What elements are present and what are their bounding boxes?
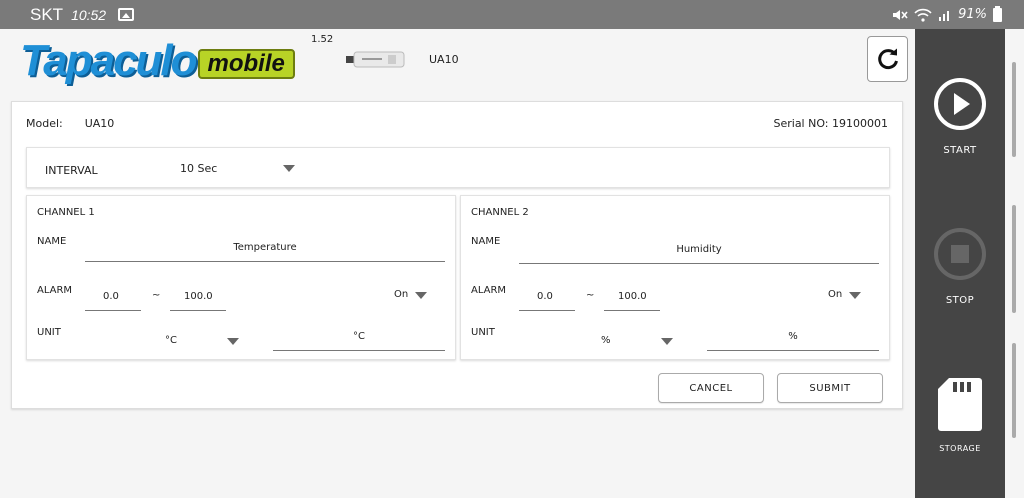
channel-title: CHANNEL 1 xyxy=(37,207,95,218)
channel-1-card: CHANNEL 1 NAME Temperature ALARM 0.0 ~ 1… xyxy=(26,195,456,360)
wifi-icon xyxy=(914,8,932,22)
chevron-down-icon[interactable] xyxy=(849,292,861,299)
storage-button[interactable]: STORAGE xyxy=(915,376,1005,453)
unit-input[interactable]: % xyxy=(707,331,879,351)
battery-percent: 91% xyxy=(958,7,987,22)
logo-badge-text: mobile xyxy=(197,49,295,79)
channel-title: CHANNEL 2 xyxy=(471,207,529,218)
app-version: 1.52 xyxy=(311,34,334,45)
battery-icon xyxy=(993,5,1002,22)
play-icon xyxy=(934,78,986,130)
channel-2-card: CHANNEL 2 NAME Humidity ALARM 0.0 ~ 100.… xyxy=(460,195,890,360)
start-button[interactable]: START xyxy=(915,77,1005,156)
chevron-down-icon[interactable] xyxy=(283,165,295,172)
scrollbar-thumb[interactable] xyxy=(1012,205,1016,313)
status-bar: SKT 10:52 91% xyxy=(0,0,1024,29)
unit-input[interactable]: °C xyxy=(273,331,445,351)
stop-icon xyxy=(934,228,986,280)
settings-panel: Model: UA10 Serial NO: 19100001 INTERVAL… xyxy=(11,101,903,409)
alarm-min-input[interactable]: 0.0 xyxy=(519,291,575,311)
device-model-label: UA10 xyxy=(429,53,459,66)
scrollbar-thumb[interactable] xyxy=(1012,343,1016,438)
carrier-label: SKT xyxy=(30,4,64,24)
refresh-button[interactable] xyxy=(867,36,908,82)
model-value: UA10 xyxy=(84,117,115,130)
name-label: NAME xyxy=(471,236,501,247)
interval-select[interactable]: 10 Sec xyxy=(180,162,217,175)
unit-select[interactable]: % xyxy=(601,335,611,346)
storage-label: STORAGE xyxy=(939,444,981,453)
alarm-label: ALARM xyxy=(471,285,507,296)
mute-icon xyxy=(893,9,908,20)
chevron-down-icon[interactable] xyxy=(661,338,673,345)
model-label: Model: xyxy=(26,117,63,130)
scrollbar-thumb[interactable] xyxy=(1012,62,1016,157)
gallery-notification-icon xyxy=(118,8,135,21)
alarm-min-input[interactable]: 0.0 xyxy=(85,291,141,311)
unit-select[interactable]: °C xyxy=(165,335,177,346)
alarm-range-separator: ~ xyxy=(586,290,595,301)
app-header: Tapaculo mobile 1.52 UA10 xyxy=(0,29,915,93)
alarm-label: ALARM xyxy=(37,285,73,296)
cancel-button[interactable]: CANCEL xyxy=(658,373,764,403)
unit-label: UNIT xyxy=(37,327,61,338)
usb-logger-icon xyxy=(346,51,405,68)
control-sidebar: START STOP STORAGE xyxy=(915,29,1005,498)
name-label: NAME xyxy=(37,236,67,247)
refresh-icon xyxy=(877,48,898,70)
start-label: START xyxy=(943,145,977,156)
serial-number: Serial NO: 19100001 xyxy=(773,117,888,130)
signal-icon xyxy=(939,10,950,21)
alarm-state-select[interactable]: On xyxy=(828,289,842,300)
interval-label: INTERVAL xyxy=(45,164,98,177)
chevron-down-icon[interactable] xyxy=(415,292,427,299)
alarm-state-select[interactable]: On xyxy=(394,289,408,300)
alarm-max-input[interactable]: 100.0 xyxy=(604,291,660,311)
app-logo: Tapaculo mobile xyxy=(20,39,295,83)
stop-button[interactable]: STOP xyxy=(915,227,1005,306)
sd-card-icon xyxy=(938,378,982,431)
interval-card: INTERVAL 10 Sec xyxy=(26,147,890,188)
alarm-range-separator: ~ xyxy=(152,290,161,301)
channel-name-input[interactable]: Temperature xyxy=(85,242,445,262)
channel-name-input[interactable]: Humidity xyxy=(519,244,879,264)
logo-main-text: Tapaculo xyxy=(20,36,198,85)
alarm-max-input[interactable]: 100.0 xyxy=(170,291,226,311)
clock: 10:52 xyxy=(71,6,107,23)
model-row: Model: UA10 xyxy=(26,117,114,130)
unit-label: UNIT xyxy=(471,327,495,338)
stop-label: STOP xyxy=(945,295,975,306)
submit-button[interactable]: SUBMIT xyxy=(777,373,883,403)
chevron-down-icon[interactable] xyxy=(227,338,239,345)
